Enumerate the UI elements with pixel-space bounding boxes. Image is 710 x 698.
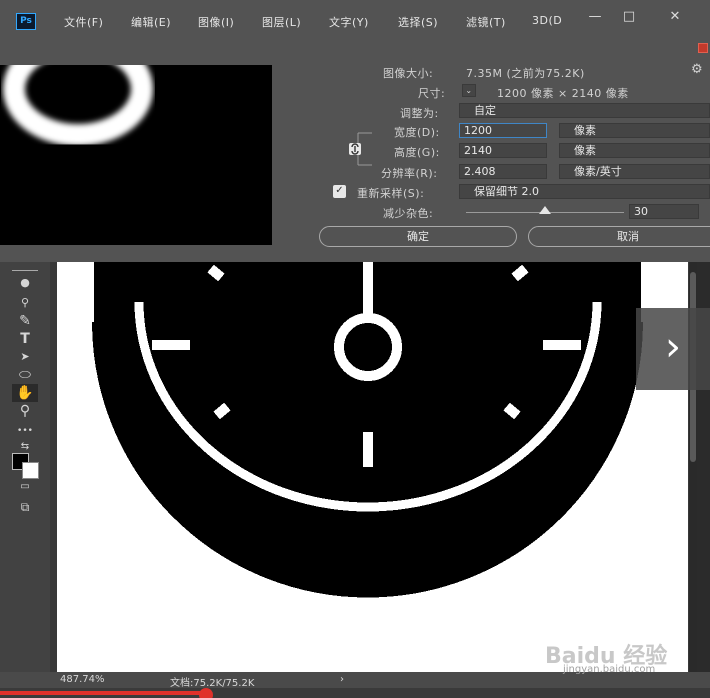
fit-to-dropdown[interactable]: 自定	[459, 103, 710, 118]
pixelated-clock-icon	[92, 262, 643, 598]
ok-button[interactable]: 确定	[319, 226, 517, 247]
dodge-tool-icon[interactable]: ⚲	[12, 294, 38, 312]
resolution-unit-value: 像素/英寸	[574, 165, 622, 178]
height-unit-dropdown[interactable]: 像素	[559, 143, 710, 158]
video-progress-fill	[0, 691, 206, 695]
dimensions-value: 1200 像素 × 2140 像素	[497, 87, 629, 100]
image-size-value: 7.35M (之前为75.2K)	[466, 67, 585, 80]
zoom-tool-icon[interactable]: ⚲	[12, 402, 38, 420]
baidu-jingyan-watermark: Baidu 经验 jingyan.baidu.com	[545, 620, 705, 680]
constrain-link-icon[interactable]	[346, 129, 376, 169]
status-menu-arrow-icon[interactable]: ›	[340, 674, 344, 685]
menu-image[interactable]: 图像(I)	[198, 14, 234, 30]
height-label: 高度(G):	[394, 146, 440, 159]
resample-value: 保留细节 2.0	[474, 185, 539, 198]
dimensions-unit-dropdown[interactable]: ⌄	[462, 84, 476, 97]
close-window-button[interactable]: ✕	[660, 8, 690, 28]
next-slide-arrow-icon[interactable]: ›	[636, 308, 710, 390]
fit-to-label: 调整为:	[400, 107, 439, 120]
zoom-level[interactable]: 487.74%	[60, 674, 105, 685]
menu-select[interactable]: 选择(S)	[398, 14, 438, 30]
menu-type[interactable]: 文字(Y)	[329, 14, 369, 30]
video-progress-bar[interactable]	[0, 688, 710, 698]
menu-bar: Ps 文件(F) 编辑(E) 图像(I) 图层(L) 文字(Y) 选择(S) 滤…	[0, 0, 710, 40]
watermark-url: jingyan.baidu.com	[563, 664, 656, 675]
fit-to-value: 自定	[474, 104, 496, 117]
eraser-tool-icon[interactable]	[12, 265, 38, 271]
image-size-label: 图像大小:	[383, 67, 434, 80]
width-label: 宽度(D):	[394, 126, 440, 139]
menu-layer[interactable]: 图层(L)	[262, 14, 301, 30]
menu-file[interactable]: 文件(F)	[64, 14, 103, 30]
preview-ring-image	[3, 65, 153, 146]
type-tool-icon[interactable]: T	[12, 330, 38, 348]
width-unit-value: 像素	[574, 124, 596, 137]
screen-mode-icon[interactable]: ⧉	[12, 498, 38, 516]
document-window	[50, 262, 696, 672]
document-canvas[interactable]	[57, 262, 688, 672]
height-unit-value: 像素	[574, 144, 596, 157]
photoshop-logo: Ps	[16, 13, 36, 30]
background-color-swatch[interactable]	[22, 462, 39, 479]
restore-button[interactable]: □	[614, 8, 644, 28]
resolution-input[interactable]: 2.408	[459, 164, 547, 179]
menu-filter[interactable]: 滤镜(T)	[466, 14, 506, 30]
hand-tool-icon[interactable]: ✋	[12, 384, 38, 402]
resample-dropdown[interactable]: 保留细节 2.0	[459, 184, 710, 199]
menu-3d[interactable]: 3D(D	[532, 14, 562, 27]
resample-checkbox[interactable]: ✓	[333, 185, 346, 198]
width-input[interactable]: 1200	[459, 123, 547, 138]
dimensions-label: 尺寸:	[418, 87, 446, 100]
height-input[interactable]: 2140	[459, 143, 547, 158]
blur-tool-icon[interactable]: ●	[12, 274, 38, 292]
document-info: 文档:75.2K/75.2K	[170, 678, 255, 689]
reduce-noise-label: 减少杂色:	[383, 207, 434, 220]
menu-edit[interactable]: 编辑(E)	[131, 14, 171, 30]
tools-panel: ● ⚲ ✎ T ➤ ⬭ ✋ ⚲ ••• ⇆ ▭ ⧉	[0, 262, 50, 674]
pen-tool-icon[interactable]: ✎	[12, 312, 38, 330]
path-select-tool-icon[interactable]: ➤	[12, 348, 38, 366]
video-progress-handle[interactable]	[198, 688, 213, 698]
reduce-noise-input[interactable]: 30	[629, 204, 699, 219]
image-preview[interactable]	[0, 65, 272, 245]
reduce-noise-slider-thumb[interactable]	[539, 206, 551, 214]
cancel-button[interactable]: 取消	[528, 226, 710, 247]
minimize-button[interactable]: —	[580, 8, 610, 28]
image-size-dialog: 图像大小: 7.35M (之前为75.2K) ⚙ 尺寸: ⌄ 1200 像素 ×…	[0, 40, 710, 262]
resolution-label: 分辨率(R):	[381, 167, 438, 180]
width-unit-dropdown[interactable]: 像素	[559, 123, 710, 138]
quick-mask-icon[interactable]: ▭	[12, 478, 38, 496]
dialog-close-button[interactable]	[698, 43, 708, 53]
resample-label: 重新采样(S):	[357, 187, 425, 200]
shape-tool-icon[interactable]: ⬭	[12, 366, 38, 384]
resolution-unit-dropdown[interactable]: 像素/英寸	[559, 164, 710, 179]
gear-icon[interactable]: ⚙	[691, 62, 703, 77]
